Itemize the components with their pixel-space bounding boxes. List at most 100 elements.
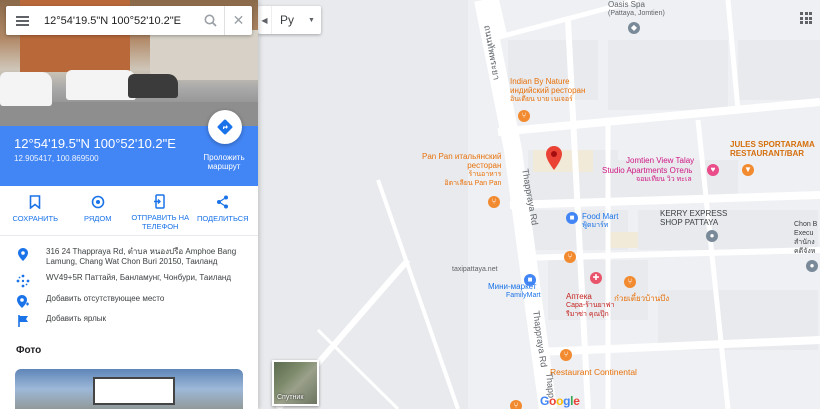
restaurant-icon[interactable]: ⑂ [488, 196, 500, 208]
poi-panpan-name: Pan Pan итальянский [422, 152, 502, 161]
signboard-image [93, 377, 175, 405]
poi-kerry-2: SHOP PATTAYA [660, 218, 719, 227]
page-title: 12°54'19.5"N 100°52'10.2"E [14, 136, 176, 151]
save-label: СОХРАНИТЬ [12, 214, 59, 223]
location-pin-icon[interactable] [546, 146, 562, 170]
poi-chon-buri-office[interactable]: Chon B Execu สำนักง คดีจังห [794, 220, 817, 256]
plus-code-row[interactable]: WV49+5R Паттайя, Банламунг, Чонбури, Таи… [0, 270, 258, 291]
poi-taxipattaya[interactable]: taxipattaya.net [452, 265, 498, 274]
plus-code-icon [16, 273, 30, 288]
poi-jomtien-view[interactable]: Jomtien View Talay [626, 156, 694, 165]
send-to-phone-button[interactable]: ОТПРАВИТЬ НА ТЕЛЕФОН [131, 194, 189, 231]
share-icon [216, 194, 229, 210]
save-button[interactable]: СОХРАНИТЬ [6, 194, 64, 231]
nearby-label: РЯДОМ [84, 214, 112, 223]
directions-button[interactable] [208, 110, 242, 144]
government-icon[interactable]: ● [806, 260, 818, 272]
pharmacy-icon[interactable]: ✚ [590, 272, 602, 284]
map-top-controls: ◀ Ру ▼ [258, 6, 321, 34]
poi-jomtien-view-th: จอมเทียน วิว ทะเล [636, 176, 692, 183]
poi-indian-ru: индийский ресторан [510, 86, 586, 95]
restaurant-icon[interactable]: ⑂ [510, 400, 522, 409]
poi-kerry-express[interactable]: KERRY EXPRESS SHOP PATTAYA [660, 209, 727, 227]
directions-label[interactable]: Проложить маршрут [200, 153, 248, 171]
shopping-icon[interactable]: ■ [566, 212, 578, 224]
poi-oasis-spa[interactable]: Oasis Spa (Pattaya, Jomtien) [608, 0, 665, 18]
phone-icon [154, 194, 166, 209]
plus-code-text: WV49+5R Паттайя, Банламунг, Чонбури, Таи… [46, 273, 232, 282]
poi-panpan-name2: ресторан [467, 161, 502, 170]
poi-kerry-1: KERRY EXPRESS [660, 209, 728, 218]
place-header: 12°54'19.5"N 100°52'10.2"E 12.905417, 10… [0, 110, 258, 186]
poi-studio-name: Studio Apartments Отель [602, 166, 693, 175]
restaurant-icon[interactable]: ⑂ [560, 349, 572, 361]
place-info-list: 316 24 Thappraya Rd, ตำบล หนองปรือ Ampho… [0, 236, 258, 331]
poi-chon-3: สำนักง [794, 239, 815, 246]
bookmark-icon [29, 194, 41, 210]
add-missing-place-row[interactable]: Добавить отсутствующее место [0, 291, 258, 311]
poi-foodmart-name: Food Mart [582, 212, 619, 221]
spa-icon[interactable]: ◆ [628, 22, 640, 34]
poi-panpan-th2: อิตาเลียน Pan Pan [444, 180, 502, 187]
apps-grid-icon[interactable] [800, 12, 812, 24]
search-input[interactable] [38, 10, 196, 31]
photo-thumbnail[interactable] [15, 369, 243, 409]
add-label-row[interactable]: Добавить ярлык [0, 311, 258, 331]
poi-apteka[interactable]: Аптека Сара-ร้านยาฟา รีมาซ่า คุณปุ๊ก [566, 292, 615, 319]
share-button[interactable]: ПОДЕЛИТЬСЯ [194, 194, 252, 231]
language-value: Ру [280, 13, 295, 27]
nearby-button[interactable]: РЯДОМ [69, 194, 127, 231]
poi-chon-2: Execu [794, 230, 814, 237]
poi-noodle-shop[interactable]: ก๋วยเตี๋ยวบ้านบึง [614, 294, 669, 303]
add-label-text: Добавить ярлык [46, 314, 107, 323]
bar-icon[interactable]: ▼ [742, 164, 754, 176]
courier-icon[interactable]: ● [706, 230, 718, 242]
restaurant-icon[interactable]: ⑂ [624, 276, 636, 288]
add-missing-place-text: Добавить отсутствующее место [46, 294, 165, 303]
poi-indian-th: อินเดียน บาย เนเจอร์ [510, 96, 573, 103]
poi-foodmart-th: ฟู้ดมาร์ท [582, 222, 609, 229]
address-row[interactable]: 316 24 Thappraya Rd, ตำบล หนองปรือ Ampho… [0, 244, 258, 270]
poi-apteka-3: รีมาซ่า คุณปุ๊ก [566, 311, 609, 318]
close-icon[interactable]: ✕ [224, 6, 252, 35]
menu-icon[interactable] [6, 6, 38, 35]
share-label: ПОДЕЛИТЬСЯ [196, 214, 249, 223]
poi-chon-1: Chon B [794, 221, 818, 228]
poi-restaurant-continental[interactable]: Restaurant Continental [550, 368, 637, 377]
poi-mini-sub: FamilyMart [506, 292, 541, 299]
add-place-icon [16, 294, 30, 308]
poi-apteka-name: Аптека [566, 292, 592, 301]
send-to-phone-label: ОТПРАВИТЬ НА ТЕЛЕФОН [131, 213, 190, 231]
search-bar: ✕ [6, 6, 252, 35]
nearby-icon [91, 194, 105, 210]
map-canvas[interactable]: ถนนทัพพระยา Thappraya Rd Thappraya Rd Th… [258, 0, 820, 409]
poi-oasis-spa-sub: (Pattaya, Jomtien) [608, 10, 665, 17]
maps-app: ถนนทัพพระยา Thappraya Rd Thappraya Rd Th… [0, 0, 820, 409]
poi-jules[interactable]: JULES SPORTARAMA RESTAURANT/BAR [730, 140, 815, 158]
satellite-layer-toggle[interactable]: Спутник [272, 360, 319, 406]
language-select[interactable]: Ру ▼ [272, 6, 321, 34]
poi-oasis-spa-label: Oasis Spa [608, 0, 645, 9]
poi-food-mart[interactable]: Food Mart ฟู้ดมาร์ท [582, 212, 618, 230]
poi-panpan-th1: ร้านอาหาร [468, 171, 502, 178]
poi-apteka-2: Сара-ร้านยาฟา [566, 302, 615, 309]
directions-icon [217, 119, 233, 135]
poi-jules-2: RESTAURANT/BAR [730, 149, 805, 158]
poi-indian-name: Indian By Nature [510, 77, 570, 86]
restaurant-icon[interactable]: ⑂ [518, 110, 530, 122]
poi-chon-4: คดีจังห [794, 248, 816, 255]
action-bar: СОХРАНИТЬ РЯДОМ ОТПРАВИТЬ НА ТЕЛЕФОН ПОД… [0, 186, 258, 236]
side-panel: ✕ 12°54'19.5"N 100°52'10.2"E 12.905417, … [0, 0, 258, 409]
collapse-panel-button[interactable]: ◀ [258, 6, 272, 34]
location-pin-icon [16, 247, 30, 261]
restaurant-icon[interactable]: ⑂ [564, 251, 576, 263]
poi-pan-pan[interactable]: Pan Pan итальянский ресторан ร้านอาหาร อ… [422, 152, 501, 188]
shopping-icon[interactable]: ■ [524, 274, 536, 286]
hotel-icon[interactable]: ♥ [707, 164, 719, 176]
photos-heading: Фото [16, 345, 42, 356]
search-icon[interactable] [196, 6, 224, 35]
poi-jules-1: JULES SPORTARAMA [730, 140, 815, 149]
satellite-label: Спутник [277, 394, 304, 401]
poi-indian-by-nature[interactable]: Indian By Nature индийский ресторан อินเ… [510, 77, 585, 104]
poi-jomtien-view-name: Jomtien View Talay [626, 156, 695, 165]
